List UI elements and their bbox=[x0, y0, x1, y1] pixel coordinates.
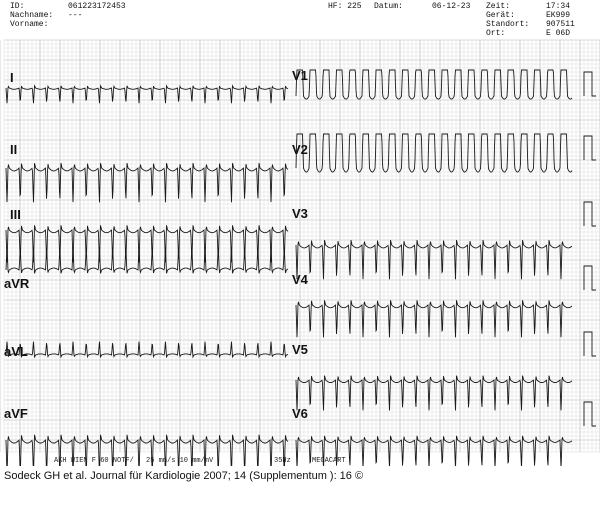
lead-label-iii: III bbox=[10, 207, 21, 222]
datum-value: 06-12-23 bbox=[432, 2, 471, 11]
lead-label-v6: V6 bbox=[292, 406, 308, 421]
geraet-value: EK999 bbox=[546, 11, 571, 20]
lead-label-v5: V5 bbox=[292, 342, 308, 357]
nachname-label: Nachname: bbox=[10, 11, 54, 20]
heart-rate-label: HF: 225 bbox=[328, 2, 362, 11]
calibration-pulse-6 bbox=[583, 401, 596, 427]
ecg-sheet: ID: 061223172453 Nachname: --- Vorname: … bbox=[0, 0, 600, 466]
nachname-value: --- bbox=[68, 11, 83, 20]
id-value: 061223172453 bbox=[68, 2, 126, 11]
trace-lead-v5 bbox=[295, 375, 573, 411]
ort-label: Ort: bbox=[486, 29, 506, 38]
lead-label-avl: aVL bbox=[4, 344, 28, 359]
standort-label: Standort: bbox=[486, 20, 530, 29]
standort-value: 907511 bbox=[546, 20, 575, 29]
lead-label-avf: aVF bbox=[4, 406, 28, 421]
speed-info: 25 mm/s 10 mm/mV bbox=[146, 457, 214, 465]
ort-value: E 06D bbox=[546, 29, 571, 38]
lead-label-ii: II bbox=[10, 142, 18, 157]
lead-label-v3: V3 bbox=[292, 206, 308, 221]
datum-label: Datum: bbox=[374, 2, 403, 11]
trace-lead-v1 bbox=[295, 69, 573, 100]
vorname-label: Vorname: bbox=[10, 20, 49, 29]
calibration-pulse-3 bbox=[583, 201, 596, 227]
lead-label-v2: V2 bbox=[292, 142, 308, 157]
zeit-label: Zeit: bbox=[486, 2, 511, 11]
lead-label-v1: V1 bbox=[292, 68, 308, 83]
filter-hz: 35Hz bbox=[274, 457, 291, 465]
zeit-value: 17:34 bbox=[546, 2, 571, 11]
grid-minor-lines bbox=[3, 40, 600, 453]
filter-info: AKH WIEN F 60 NOTF/ bbox=[54, 457, 134, 465]
lead-label-i: I bbox=[10, 70, 14, 85]
citation-caption: Sodeck GH et al. Journal für Kardiologie… bbox=[4, 470, 364, 482]
id-label: ID: bbox=[10, 2, 25, 11]
calibration-pulse-4 bbox=[583, 265, 596, 291]
lead-label-avr: aVR bbox=[4, 276, 30, 291]
geraet-label: Gerät: bbox=[486, 11, 515, 20]
device-name: MEGACART bbox=[312, 457, 346, 465]
lead-label-v4: V4 bbox=[292, 272, 308, 287]
trace-lead-i bbox=[5, 84, 289, 104]
trace-lead-ii bbox=[5, 162, 289, 203]
